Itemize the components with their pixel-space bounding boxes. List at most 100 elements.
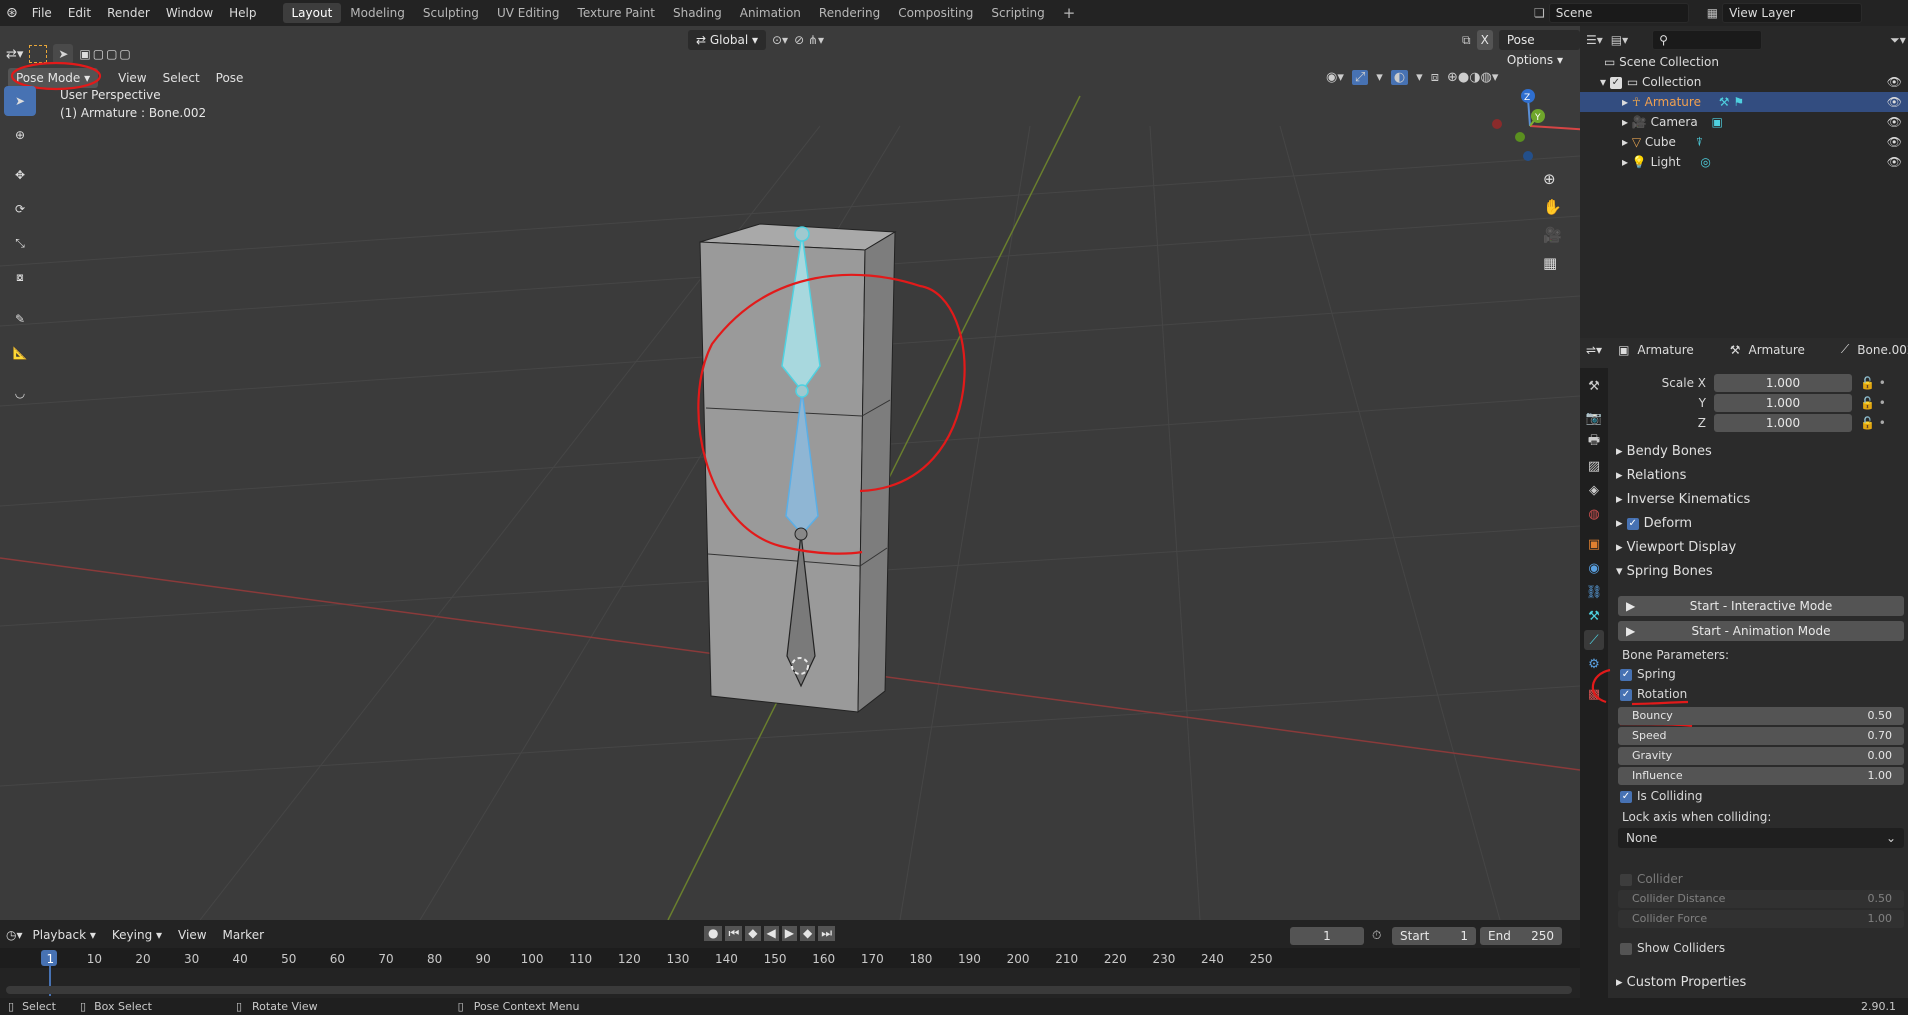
menu-pose[interactable]: Pose (210, 68, 250, 88)
tab-sculpting[interactable]: Sculpting (414, 3, 488, 23)
eye-icon[interactable]: 👁 (1887, 112, 1902, 132)
deform-checkbox[interactable]: ✓ (1626, 517, 1639, 530)
timeline-editor-type-icon[interactable]: ◷▾ (6, 928, 23, 942)
x-mirror-toggle[interactable]: X (1476, 30, 1493, 50)
panel-deform[interactable]: ▸ ✓ Deform (1616, 513, 1692, 535)
gizmo-toggle-icon[interactable]: ⤢ (1351, 70, 1369, 85)
menu-file[interactable]: File (24, 0, 60, 26)
pan-hand-icon[interactable]: ✋ (1543, 198, 1562, 216)
tab-shading[interactable]: Shading (664, 3, 731, 23)
outliner-item-cube[interactable]: ▸ ▽ Cube ⍒ 👁 (1580, 132, 1908, 152)
bone-tab-icon[interactable]: ⟋ (1584, 630, 1604, 650)
stopwatch-icon[interactable]: ⏱ (1372, 928, 1381, 943)
menu-select[interactable]: Select (157, 68, 206, 88)
bouncy-slider[interactable]: Bouncy 0.50 (1618, 707, 1904, 725)
pivot-icon[interactable]: ⊙▾ (772, 33, 788, 47)
eye-icon[interactable]: 👁 (1887, 72, 1902, 92)
lock-icon[interactable]: 🔓 • (1860, 416, 1886, 430)
scale-tool-button[interactable]: ⤡ (4, 228, 36, 258)
show-colliders-checkbox[interactable] (1620, 942, 1632, 955)
tab-compositing[interactable]: Compositing (889, 3, 982, 23)
is-colliding-row[interactable]: ✓ Is Colliding (1620, 789, 1908, 803)
tab-layout[interactable]: Layout (282, 3, 342, 23)
panel-custom-properties[interactable]: ▸ Custom Properties (1616, 972, 1746, 994)
mirror-icon[interactable]: ⧉ (1462, 33, 1471, 48)
outliner-item-camera[interactable]: ▸ 🎥 Camera ▣ 👁 (1580, 112, 1908, 132)
panel-inverse-kinematics[interactable]: ▸ Inverse Kinematics (1616, 489, 1750, 511)
measure-tool-button[interactable]: 📐 (4, 338, 36, 368)
constraints-tab-icon[interactable]: ⛓ (1584, 582, 1604, 602)
menu-window[interactable]: Window (158, 0, 221, 26)
move-tool-button[interactable]: ✥ (4, 160, 36, 190)
add-workspace-button[interactable]: + (1054, 3, 1085, 23)
rotation-checkbox[interactable]: ✓ (1620, 688, 1632, 701)
scale-y-field[interactable]: 1.000 (1714, 394, 1852, 412)
lock-axis-dropdown[interactable]: None ⌄ (1618, 828, 1904, 848)
bone-tool-button[interactable]: ◡ (4, 378, 36, 408)
blender-logo-icon[interactable]: ⊛ (0, 5, 24, 21)
rotate-tool-button[interactable]: ⟳ (4, 194, 36, 224)
tweak-tool-button[interactable]: ➤ (4, 86, 36, 116)
outliner-item-light[interactable]: ▸ 💡 Light ◎ 👁 (1580, 152, 1908, 172)
view-layer-field[interactable]: View Layer (1722, 3, 1863, 23)
visibility-icon[interactable]: ◉▾ (1326, 70, 1344, 85)
current-frame-field[interactable]: 1 (1290, 927, 1364, 945)
tab-animation[interactable]: Animation (731, 3, 810, 23)
tab-uv-editing[interactable]: UV Editing (488, 3, 569, 23)
panel-viewport-display[interactable]: ▸ Viewport Display (1616, 537, 1736, 559)
outliner-scene-collection[interactable]: ▭ Scene Collection (1580, 52, 1908, 72)
menu-render[interactable]: Render (99, 0, 158, 26)
lock-icon[interactable]: 🔓 • (1860, 396, 1886, 410)
menu-help[interactable]: Help (221, 0, 264, 26)
object-tab-icon[interactable]: ▣ (1584, 534, 1604, 554)
menu-timeline-view[interactable]: View (172, 925, 212, 945)
start-interactive-mode-button[interactable]: ▶ Start - Interactive Mode (1618, 596, 1904, 616)
properties-type-icon[interactable]: ⇌▾ (1586, 343, 1602, 357)
tab-modeling[interactable]: Modeling (341, 3, 414, 23)
menu-playback[interactable]: Playback ▾ (27, 925, 102, 945)
timeline-editor[interactable]: ◷▾ Playback ▾ Keying ▾ View Marker ● ⏮ ◆… (0, 920, 1580, 1000)
overlay-toggle-icon[interactable]: ◐ (1390, 70, 1409, 85)
menu-keying[interactable]: Keying ▾ (106, 925, 168, 945)
camera-view-icon[interactable]: 🎥 (1543, 226, 1562, 244)
shading-mode-icons[interactable]: ⊕●◑◍▾ (1447, 70, 1498, 85)
ortho-grid-icon[interactable]: ▦ (1543, 254, 1562, 272)
play-icon[interactable]: ▶ (781, 926, 797, 941)
panel-spring-bones[interactable]: ▾ Spring Bones (1616, 561, 1713, 583)
jump-start-icon[interactable]: ⏮ (725, 926, 743, 941)
view-layer-tab-icon[interactable]: ▨ (1584, 456, 1604, 476)
cursor-tool-button[interactable]: ⊕ (4, 120, 36, 150)
eye-icon[interactable]: 👁 (1887, 92, 1902, 112)
collider-checkbox[interactable] (1620, 873, 1632, 886)
start-animation-mode-button[interactable]: ▶ Start - Animation Mode (1618, 621, 1904, 641)
transform-orientation-dropdown[interactable]: ⇄ Global ▾ (688, 30, 766, 50)
filter-icon[interactable]: ⏷▾ (1890, 33, 1906, 48)
armature-tab-icon[interactable]: ⚒ (1584, 606, 1604, 626)
tool-tab-icon[interactable]: ⚒ (1584, 376, 1604, 396)
jump-end-icon[interactable]: ⏭ (818, 926, 836, 941)
gizmo-dropdown-icon[interactable]: ▾ (1376, 70, 1383, 85)
menu-edit[interactable]: Edit (60, 0, 99, 26)
pose-options-dropdown[interactable]: Pose Options ▾ (1498, 30, 1580, 67)
scene-field[interactable]: Scene (1548, 3, 1689, 23)
transform-tool-button[interactable]: ⧇ (4, 262, 36, 292)
outliner[interactable]: ☰▾ ▤▾ ⚲ ⏷▾ ▣ ▭ Scene Collection ▾ ✓▭ Col… (1580, 26, 1908, 338)
spring-checkbox-row[interactable]: ✓ Spring (1620, 667, 1908, 681)
lock-icon[interactable]: 🔓 • (1860, 376, 1886, 390)
end-frame-field[interactable]: End 250 (1480, 927, 1562, 945)
show-colliders-row[interactable]: Show Colliders (1620, 941, 1908, 955)
menu-view[interactable]: View (112, 68, 152, 88)
panel-relations[interactable]: ▸ Relations (1616, 465, 1686, 487)
tab-scripting[interactable]: Scripting (982, 3, 1053, 23)
world-tab-icon[interactable]: ◍ (1584, 504, 1604, 524)
eye-icon[interactable]: 👁 (1887, 152, 1902, 172)
3d-viewport[interactable]: Z X Y ⇄▾ ➤ ▣▢▢▢ Pose Mode ▾ View Select … (0, 26, 1580, 920)
scene-tab-icon[interactable]: ◈ (1584, 480, 1604, 500)
outliner-item-armature[interactable]: ▸ ☥ Armature ⚒ ⚑ 👁 (1580, 92, 1908, 112)
timeline-scrollbar[interactable] (6, 986, 1572, 994)
scene-icon[interactable]: ❏ (1534, 6, 1545, 20)
annotate-tool-button[interactable]: ✎ (4, 304, 36, 334)
outliner-search-input[interactable]: ⚲ (1652, 30, 1763, 50)
gravity-slider[interactable]: Gravity 0.00 (1618, 747, 1904, 765)
record-icon[interactable]: ● (704, 926, 723, 941)
